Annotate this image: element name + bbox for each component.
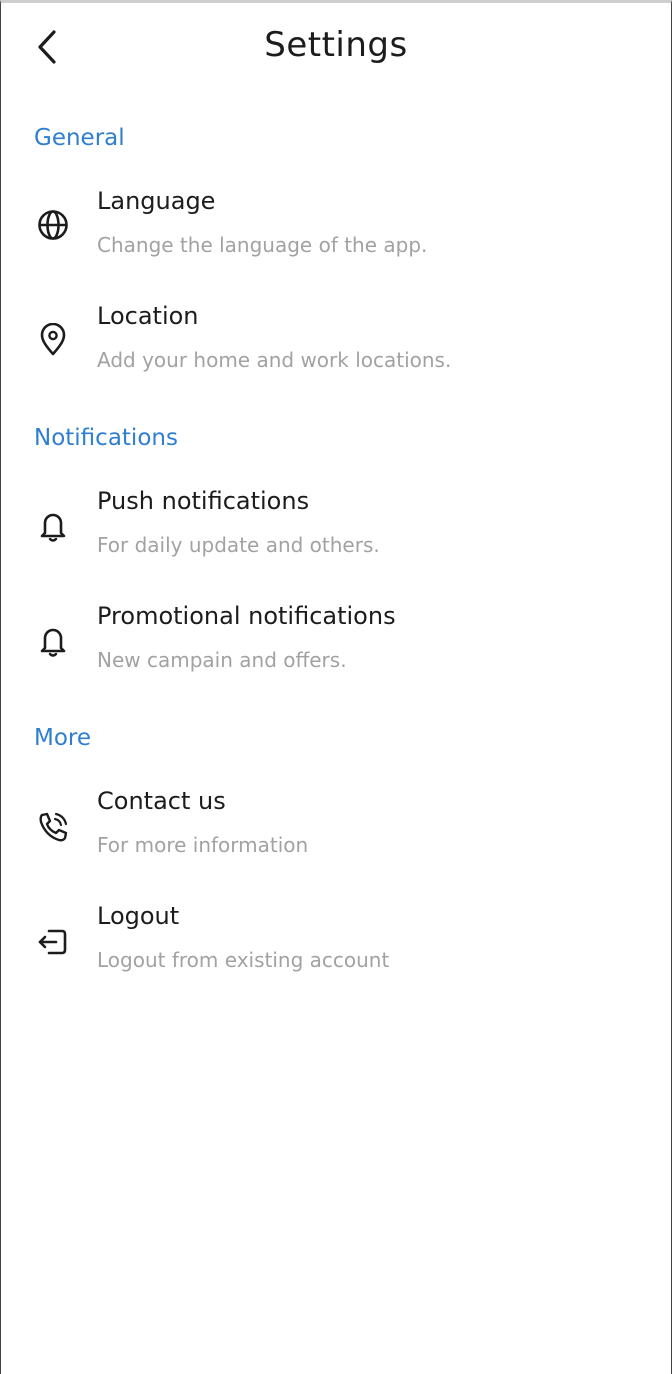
globe-icon (35, 207, 71, 243)
section-title-more: More (34, 725, 92, 751)
settings-item-description: For more information (97, 833, 309, 857)
location-pin-icon (35, 322, 71, 358)
section-title-general: General (34, 125, 125, 151)
settings-item-description: Logout from existing account (97, 948, 390, 972)
settings-item-push-notifications[interactable]: Push notifications For daily update and … (1, 487, 671, 587)
settings-item-promotional-notifications[interactable]: Promotional notifications New campain an… (1, 602, 671, 702)
app-header: Settings (1, 3, 671, 99)
settings-item-logout[interactable]: Logout Logout from existing account (1, 902, 671, 1002)
settings-item-location[interactable]: Location Add your home and work location… (1, 302, 671, 402)
logout-icon (35, 924, 71, 960)
settings-item-label: Contact us (97, 787, 226, 815)
bell-icon (35, 623, 71, 659)
settings-item-language[interactable]: Language Change the language of the app. (1, 187, 671, 287)
page-title: Settings (264, 25, 408, 65)
settings-screen: Settings General Language Change the lan… (0, 0, 672, 1374)
settings-item-label: Push notifications (97, 487, 310, 515)
phone-icon (35, 809, 71, 845)
bell-icon (35, 508, 71, 544)
settings-item-label: Location (97, 302, 199, 330)
settings-item-description: Add your home and work locations. (97, 348, 452, 372)
settings-item-description: For daily update and others. (97, 533, 380, 557)
settings-item-description: New campain and offers. (97, 648, 347, 672)
section-title-notifications: Notifications (34, 425, 178, 451)
settings-item-label: Logout (97, 902, 180, 930)
settings-item-label: Language (97, 187, 216, 215)
settings-item-description: Change the language of the app. (97, 233, 428, 257)
settings-item-label: Promotional notifications (97, 602, 396, 630)
settings-item-contact-us[interactable]: Contact us For more information (1, 787, 671, 887)
